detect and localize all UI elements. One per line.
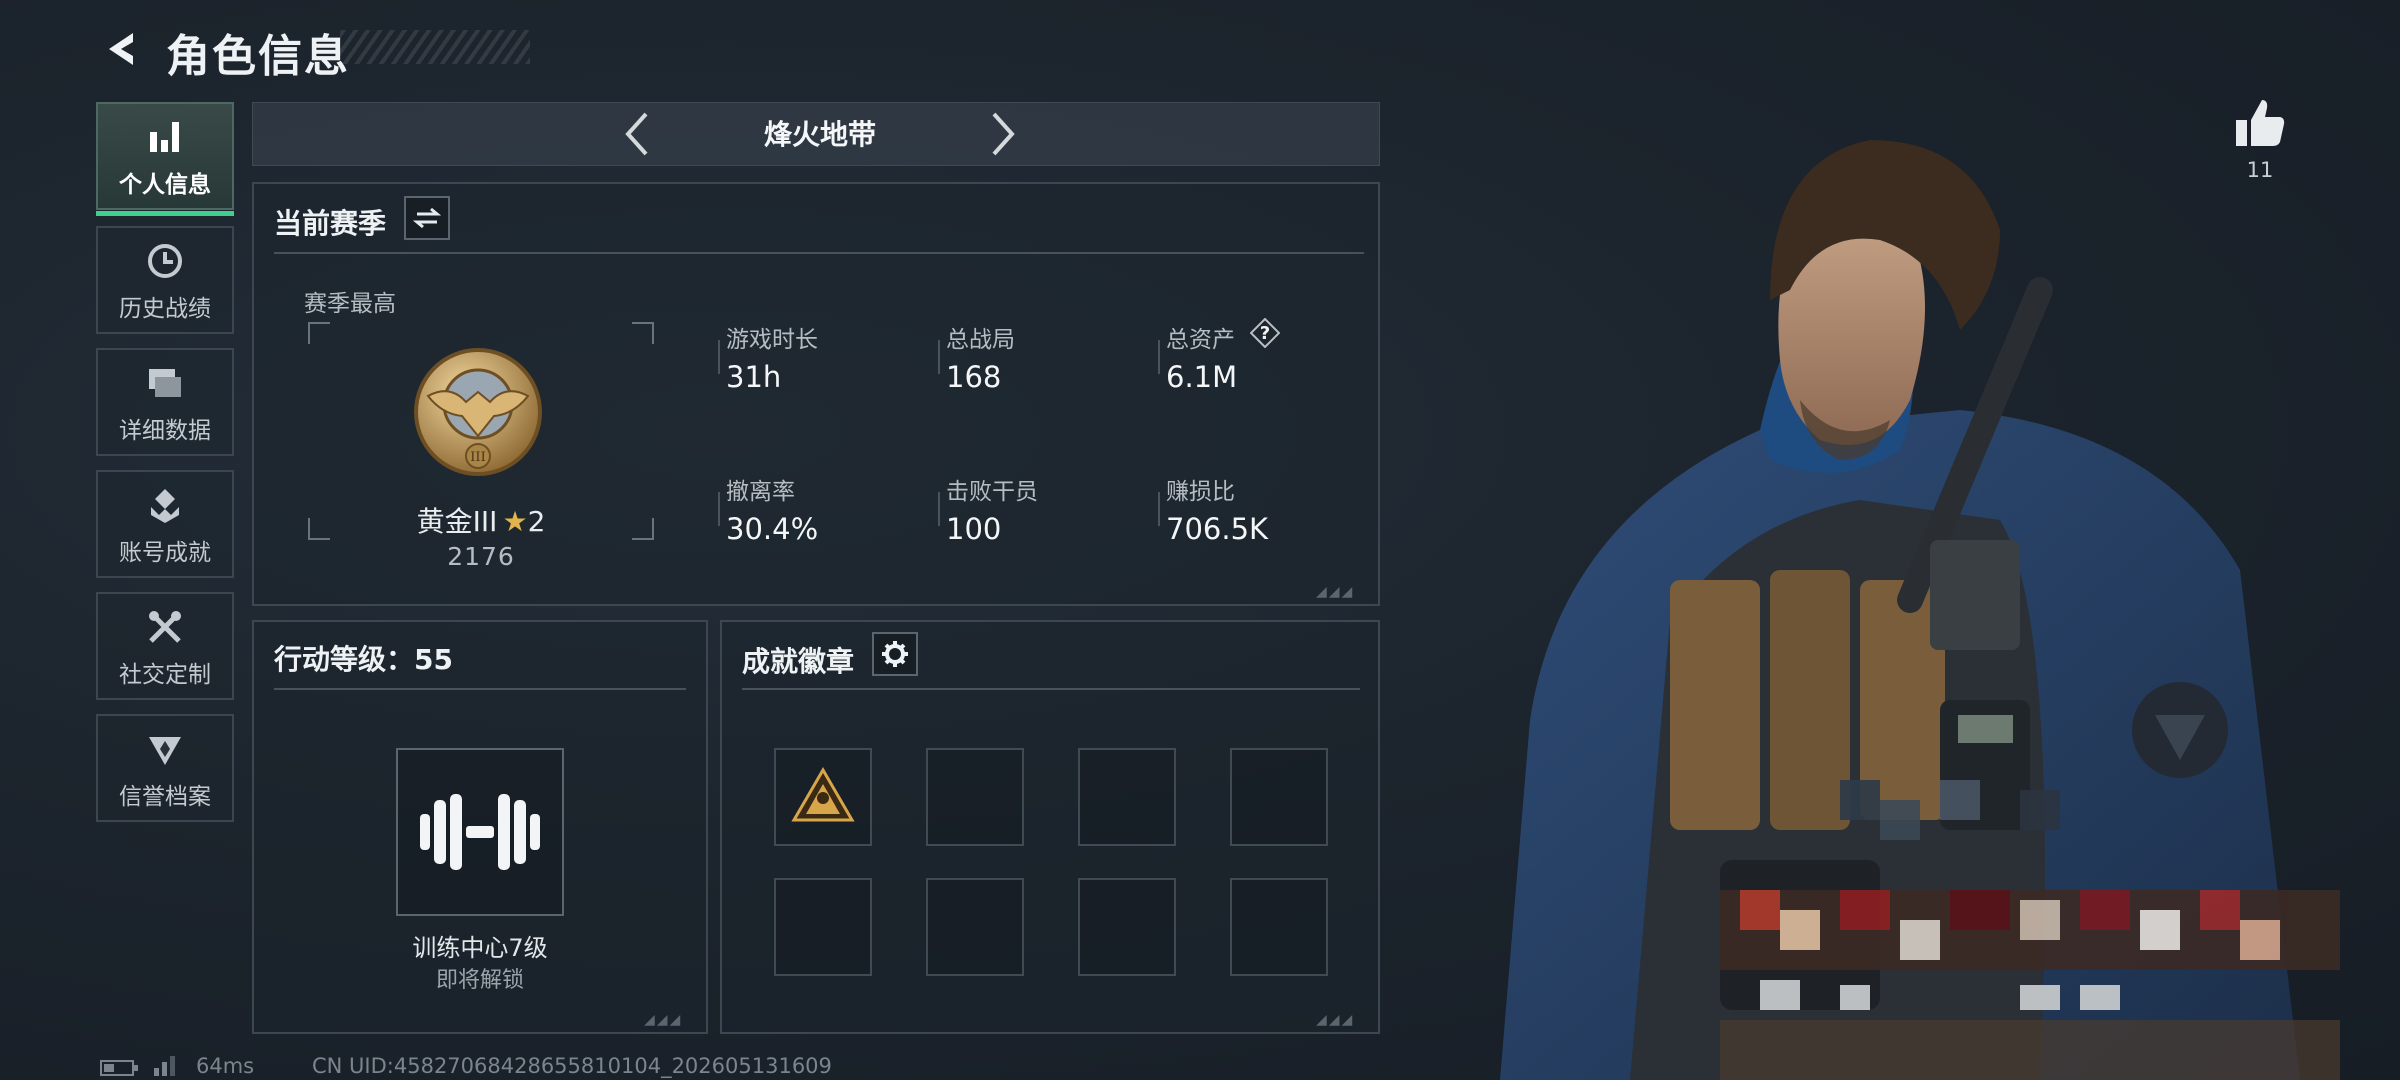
badge-slot[interactable] [1230,878,1328,976]
sidebar-item-detailed-data[interactable]: 详细数据 [96,348,234,456]
sidebar-item-label: 社交定制 [119,662,211,688]
badge-settings-button[interactable] [872,632,918,676]
rank-score: 2176 [447,542,515,571]
chevron-right-icon [992,112,1015,156]
sidebar-item-social-custom[interactable]: 社交定制 [96,592,234,700]
svg-text:III: III [470,450,485,465]
locked-feature-subtitle: 即将解锁 [435,968,524,993]
folders-icon [145,359,185,407]
rank-name: 黄金III [416,505,498,538]
panel-corner-decoration: ◢◢◢ [1316,584,1355,600]
help-label: ? [1259,322,1271,344]
sidebar-item-achievements[interactable]: 账号成就 [96,470,234,578]
season-switch-button[interactable] [404,196,450,240]
panel-corner-decoration: ◢◢◢ [644,1012,683,1028]
sidebar-item-label: 个人信息 [119,172,211,198]
gold-rank-emblem-icon: III [414,348,542,476]
triangle-badge-icon [791,767,855,822]
stat-value-playtime: 31h [726,360,782,394]
badge-slot[interactable] [1078,878,1176,976]
sidebar-item-label: 详细数据 [119,418,211,444]
player-uid: CN UID:45827068428655810104_202605131609 [312,1054,832,1078]
stat-value-total-matches: 168 [946,360,1002,394]
help-button[interactable]: ? [1250,318,1280,348]
rank-display: 黄金III ★2 [306,500,656,540]
badge-slot[interactable] [1078,748,1176,846]
stat-label-profit-ratio: 赚损比 [1166,479,1235,505]
stat-divider [938,492,940,526]
bar-chart-icon [146,113,184,161]
sidebar-item-label: 历史战绩 [119,296,211,322]
swap-icon [413,207,441,229]
badge-slot[interactable] [774,748,872,846]
season-divider [274,252,1364,254]
mode-prev-button[interactable] [612,108,662,160]
stat-label-total-matches: 总战局 [946,327,1015,353]
stat-label-total-assets: 总资产 [1166,327,1235,353]
stat-value-operators-defeated: 100 [946,512,1002,546]
achievement-icon [145,481,185,529]
pixelated-overlay [1720,780,2340,1080]
mode-next-button[interactable] [978,108,1028,160]
reputation-icon [145,725,185,773]
stat-divider [1158,492,1160,526]
dumbbell-icon [420,794,540,870]
stat-value-extract-rate: 30.4% [726,512,819,546]
badges-title: 成就徽章 [742,645,855,678]
sidebar-item-reputation[interactable]: 信誉档案 [96,714,234,822]
stat-label-playtime: 游戏时长 [726,327,818,353]
stat-divider [1158,340,1160,374]
badge-slot[interactable] [1230,748,1328,846]
clock-history-icon [145,237,185,285]
like-count: 11 [2246,158,2274,182]
mode-title: 烽火地带 [763,118,876,151]
badge-slot[interactable] [774,878,872,976]
panel-corner-decoration: ◢◢◢ [1316,1012,1355,1028]
ping-value: 64ms [196,1054,255,1078]
level-divider [274,688,686,690]
sidebar-item-label: 账号成就 [119,540,211,566]
locked-feature-title: 训练中心7级 [412,934,548,962]
level-title: 行动等级：55 [274,643,453,676]
sidebar-item-history[interactable]: 历史战绩 [96,226,234,334]
stat-divider [938,340,940,374]
star-icon: ★ [502,505,528,538]
battery-icon [100,1060,138,1076]
sidebar-item-personal-info[interactable]: 个人信息 [96,102,234,216]
stat-value-profit-ratio: 706.5K [1166,512,1269,546]
sidebar-item-label: 信誉档案 [119,784,211,810]
badges-divider [742,688,1360,690]
back-button[interactable] [96,24,146,74]
chevron-left-icon [625,112,648,156]
stat-value-total-assets: 6.1M [1166,360,1238,394]
stat-divider [718,340,720,374]
gear-icon [882,641,908,667]
stat-divider [718,492,720,526]
badge-slot[interactable] [926,878,1024,976]
like-button[interactable] [2232,96,2288,152]
rank-stars: 2 [527,505,546,538]
stat-label-operators-defeated: 击败干员 [946,479,1038,505]
back-arrow-icon [109,33,133,65]
stat-label-extract-rate: 撤离率 [726,479,795,505]
season-title: 当前赛季 [274,207,387,240]
badge-slot[interactable] [926,748,1024,846]
page-title: 角色信息 [166,31,350,82]
wrench-icon [145,603,185,651]
season-best-label: 赛季最高 [304,291,396,317]
title-decoration [340,30,530,64]
signal-icon [154,1056,175,1076]
thumbs-up-icon [2236,100,2285,146]
